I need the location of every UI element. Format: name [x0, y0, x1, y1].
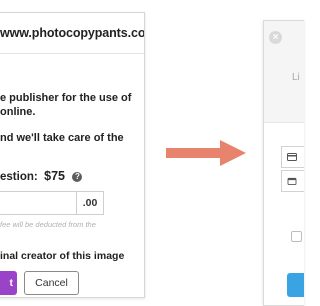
left-dialog: www.photocopypants.com e publisher for t…	[0, 12, 145, 298]
price-row: estion: $75 ?	[0, 167, 83, 185]
description-line-2: online.	[0, 106, 36, 118]
expiry-date-field[interactable]	[281, 170, 304, 192]
help-icon[interactable]: ?	[72, 172, 83, 182]
cents-field: .00	[76, 191, 104, 215]
cancel-button[interactable]: Cancel	[24, 271, 79, 295]
price-input[interactable]	[0, 191, 77, 215]
creator-confirmation-label: inal creator of this image	[0, 250, 125, 262]
card-number-field[interactable]	[281, 146, 304, 168]
remember-me-checkbox[interactable]	[291, 231, 302, 242]
right-arrow-icon	[166, 140, 246, 166]
pay-button[interactable]	[287, 273, 304, 297]
description-line-1: e publisher for the use of	[0, 92, 132, 104]
submit-button[interactable]: t	[0, 271, 17, 295]
description-line-3: nd we'll take care of the	[0, 132, 124, 144]
price-value: $75	[44, 169, 66, 183]
calendar-icon	[287, 177, 297, 185]
dialog-header: www.photocopypants.com	[0, 13, 144, 54]
right-dialog: × Li	[263, 20, 304, 306]
fee-note: fee will be deducted from the	[0, 220, 96, 229]
credit-card-icon	[287, 153, 297, 161]
price-label: estion:	[0, 171, 38, 183]
close-icon[interactable]: ×	[269, 31, 282, 44]
site-url: www.photocopypants.com	[0, 26, 145, 40]
right-dialog-title: Li	[292, 72, 300, 83]
